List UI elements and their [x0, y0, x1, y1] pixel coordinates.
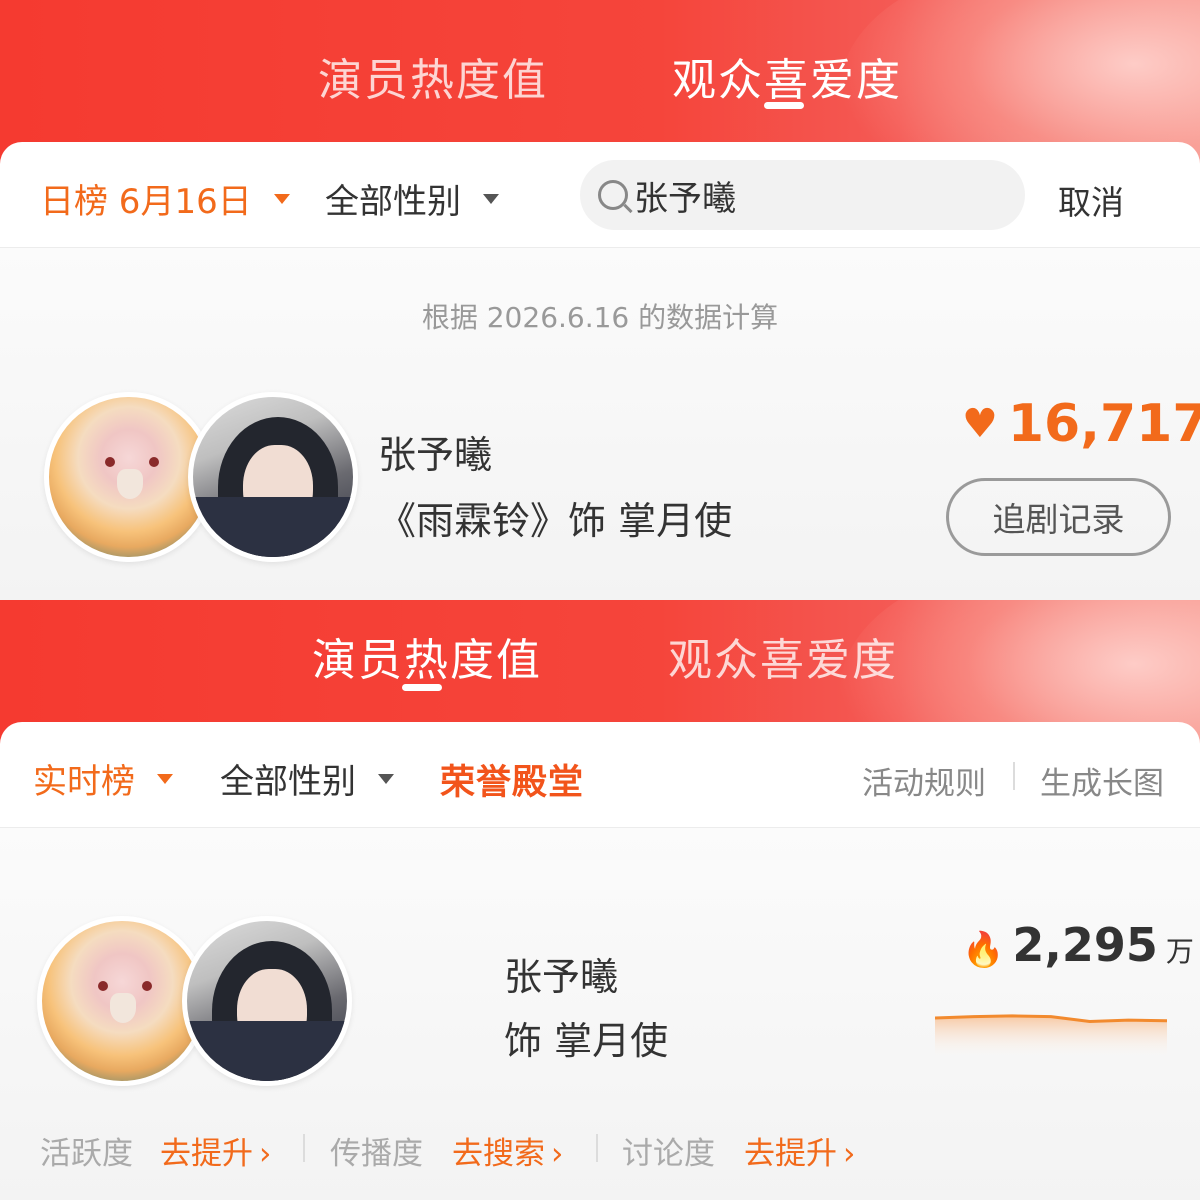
divider — [303, 1134, 305, 1162]
honor-hall-link[interactable]: 荣誉殿堂 — [440, 754, 584, 805]
go-search-link[interactable]: 去搜索 › — [452, 1128, 563, 1173]
search-input[interactable]: 张予曦 — [580, 160, 1025, 230]
heat-unit: 万 — [1165, 935, 1194, 968]
heart-icon: ♥ — [962, 401, 998, 447]
date-filter-dropdown[interactable]: 日榜 6月16日 — [40, 174, 290, 223]
improve-activity-link[interactable]: 去提升 › — [160, 1128, 271, 1173]
caret-down-icon — [483, 193, 499, 204]
gender-filter-label: 全部性别 — [220, 762, 356, 802]
divider — [596, 1134, 598, 1162]
caret-down-icon — [273, 193, 290, 204]
sparkline-area — [935, 1015, 1167, 1060]
tab-audience-love[interactable]: 观众喜爱度 — [668, 624, 898, 688]
realtime-filter-dropdown[interactable]: 实时榜 — [33, 754, 173, 803]
gender-filter-label: 全部性别 — [325, 182, 461, 222]
actor-avatar[interactable] — [188, 392, 358, 562]
actor-name[interactable]: 张予曦 — [504, 946, 618, 1001]
tab-active-indicator — [402, 684, 442, 691]
tab-actor-heat[interactable]: 演员热度值 — [318, 44, 548, 108]
cancel-button[interactable]: 取消 — [1058, 176, 1124, 224]
heat-value-display: 🔥 2,295 万 — [962, 918, 1194, 972]
actor-role: 饰 掌月使 — [504, 1019, 669, 1063]
activity-label: 活跃度 — [40, 1136, 133, 1172]
improve-discussion-link[interactable]: 去提升 › — [744, 1128, 855, 1173]
generate-long-image-link[interactable]: 生成长图 — [1040, 758, 1164, 803]
gender-filter-dropdown[interactable]: 全部性别 — [220, 754, 394, 803]
chevron-right-icon: › — [843, 1136, 856, 1172]
like-value: 16,717 — [1007, 394, 1200, 454]
activity-rules-link[interactable]: 活动规则 — [862, 758, 986, 803]
bottom-panel: 演员热度值 观众喜爱度 实时榜 全部性别 荣誉殿堂 活动规则 生成长图 张予曦 … — [0, 600, 1200, 1200]
filter-bar: 日榜 6月16日 全部性别 张予曦 取消 — [0, 142, 1200, 247]
spread-label: 传播度 — [330, 1136, 423, 1172]
caret-down-icon — [157, 773, 173, 784]
heat-value: 2,295 — [1012, 918, 1158, 972]
search-icon — [598, 180, 628, 210]
caret-down-icon — [378, 773, 394, 784]
search-value: 张予曦 — [634, 178, 736, 219]
actor-role: 《雨霖铃》饰 掌月使 — [378, 499, 733, 543]
heat-trend-sparkline — [935, 1014, 1167, 1060]
divider — [1013, 762, 1015, 790]
watch-history-button[interactable]: 追剧记录 — [946, 478, 1171, 556]
tab-active-indicator — [764, 102, 804, 109]
fire-icon: 🔥 — [962, 930, 1005, 970]
tab-actor-heat[interactable]: 演员热度值 — [312, 624, 542, 688]
tab-audience-love[interactable]: 观众喜爱度 — [672, 44, 902, 108]
date-filter-label: 日榜 6月16日 — [40, 182, 252, 222]
go-search-label: 去搜索 — [452, 1136, 545, 1172]
improve-activity-label: 去提升 — [160, 1136, 253, 1172]
gender-filter-dropdown[interactable]: 全部性别 — [325, 174, 499, 223]
top-panel: 演员热度值 观众喜爱度 日榜 6月16日 全部性别 张予曦 取消 根据 2026… — [0, 0, 1200, 600]
improve-discussion-label: 去提升 — [744, 1136, 837, 1172]
like-count: ♥ 16,717 — [962, 394, 1200, 454]
discussion-label: 讨论度 — [622, 1136, 715, 1172]
actor-name[interactable]: 张予曦 — [378, 424, 492, 479]
data-date-note: 根据 2026.6.16 的数据计算 — [421, 301, 779, 334]
filter-bar: 实时榜 全部性别 荣誉殿堂 活动规则 生成长图 — [0, 722, 1200, 827]
realtime-filter-label: 实时榜 — [33, 762, 135, 802]
chevron-right-icon: › — [551, 1136, 564, 1172]
actor-avatar[interactable] — [182, 916, 352, 1086]
chevron-right-icon: › — [259, 1136, 272, 1172]
